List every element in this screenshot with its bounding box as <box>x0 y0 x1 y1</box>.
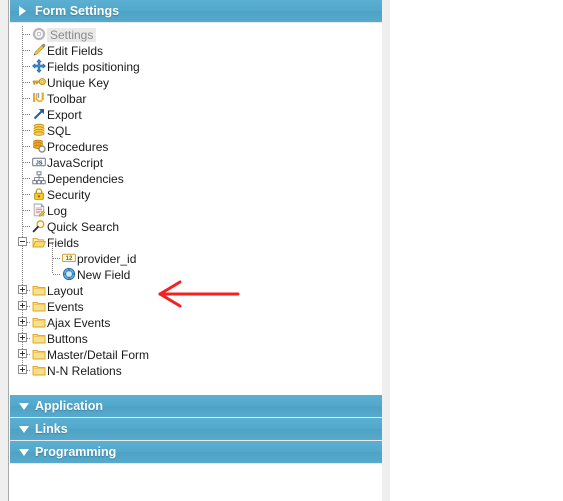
svg-text:12: 12 <box>66 256 73 262</box>
procedures-icon <box>32 139 46 153</box>
tree-node-security[interactable]: Security <box>10 186 350 202</box>
tree-node-provider-id[interactable]: 12 provider_id <box>10 250 350 266</box>
tree-node-buttons[interactable]: Buttons <box>10 330 350 346</box>
accordion-label-application: Application <box>35 399 104 413</box>
folder-icon <box>32 363 46 377</box>
number-field-icon: 12 <box>62 251 76 265</box>
triangle-down-icon <box>19 449 29 456</box>
accordion-body-form-settings: Settings Edit Fields Fields positioning Uni… <box>10 23 382 389</box>
triangle-down-icon <box>19 426 29 433</box>
settings-tree: Settings Edit Fields Fields positioning Uni… <box>10 23 382 378</box>
right-content-pane <box>390 0 563 501</box>
tree-node-label: JavaScript <box>47 155 104 170</box>
accordion-header-programming[interactable]: Programming <box>10 441 382 464</box>
move-arrows-icon <box>32 59 46 73</box>
folder-icon <box>32 315 46 329</box>
log-document-icon <box>32 203 46 217</box>
tree-node-label: New Field <box>77 267 131 282</box>
tree-node-edit-fields[interactable]: Edit Fields <box>10 42 350 58</box>
tree-node-label: SQL <box>47 123 72 138</box>
tree-node-master-detail-form[interactable]: Master/Detail Form <box>10 346 350 362</box>
tree-node-settings[interactable]: Settings <box>10 26 350 42</box>
column-divider <box>382 0 390 501</box>
padlock-icon <box>32 187 46 201</box>
tree-node-label: Toolbar <box>47 91 87 106</box>
tree-node-label: Settings <box>47 27 97 42</box>
tree-node-new-field[interactable]: New Field <box>10 266 350 282</box>
tree-node-label: N-N Relations <box>47 363 122 378</box>
tree-node-label: Edit Fields <box>47 43 104 58</box>
tree-node-export[interactable]: Export <box>10 106 350 122</box>
accordion-label-programming: Programming <box>35 445 117 459</box>
tree-node-fields[interactable]: Fields <box>10 234 350 250</box>
left-gutter <box>0 0 9 501</box>
accordion-column: Form Settings Settings Edit Fields Fields … <box>10 0 382 501</box>
application-root: Form Settings Settings Edit Fields Fields … <box>0 0 563 501</box>
toolbar-icon <box>32 91 46 105</box>
accordion-header-links[interactable]: Links <box>10 418 382 441</box>
tree-node-layout[interactable]: Layout <box>10 282 350 298</box>
tree-node-label: Buttons <box>47 331 88 346</box>
tree-node-label: Master/Detail Form <box>47 347 150 362</box>
tree-node-quick-search[interactable]: Quick Search <box>10 218 350 234</box>
tree-node-toolbar[interactable]: Toolbar <box>10 90 350 106</box>
triangle-right-icon <box>19 6 26 16</box>
tree-node-events[interactable]: Events <box>10 298 350 314</box>
dependencies-icon <box>32 171 46 185</box>
tree-node-fields-positioning[interactable]: Fields positioning <box>10 58 350 74</box>
svg-text:JS: JS <box>36 160 43 166</box>
tree-node-label: Fields <box>47 235 80 250</box>
tree-node-label: Layout <box>47 283 84 298</box>
accordion-header-application[interactable]: Application <box>10 395 382 418</box>
tree-node-sql[interactable]: SQL <box>10 122 350 138</box>
tree-node-label: Export <box>47 107 82 122</box>
new-field-icon <box>62 267 76 281</box>
tree-node-label: Procedures <box>47 139 109 154</box>
folder-icon <box>32 283 46 297</box>
tree-node-n-n-relations[interactable]: N-N Relations <box>10 362 350 378</box>
tree-node-label: Fields positioning <box>47 59 140 74</box>
magnifier-icon <box>32 219 46 233</box>
tree-node-label: Dependencies <box>47 171 124 186</box>
accordion-label-links: Links <box>35 422 68 436</box>
tree-node-javascript[interactable]: JS JavaScript <box>10 154 350 170</box>
folder-icon <box>32 347 46 361</box>
accordion-label-form-settings: Form Settings <box>35 4 120 18</box>
pencil-icon <box>32 43 46 57</box>
gear-icon <box>32 27 46 41</box>
triangle-down-icon <box>19 403 29 410</box>
database-icon <box>32 123 46 137</box>
tree-node-label: Security <box>47 187 91 202</box>
tree-node-label: Unique Key <box>47 75 110 90</box>
folder-icon <box>32 299 46 313</box>
tree-node-label: Events <box>47 299 84 314</box>
tree-node-label: Quick Search <box>47 219 120 234</box>
folder-icon <box>32 331 46 345</box>
tree-node-label: Ajax Events <box>47 315 111 330</box>
export-arrow-icon <box>32 107 46 121</box>
javascript-icon: JS <box>32 155 46 169</box>
tree-node-ajax-events[interactable]: Ajax Events <box>10 314 350 330</box>
accordion-header-form-settings[interactable]: Form Settings <box>10 0 382 23</box>
tree-node-dependencies[interactable]: Dependencies <box>10 170 350 186</box>
tree-node-label: provider_id <box>77 251 137 266</box>
blank-area-below-accordion <box>10 468 382 501</box>
key-icon <box>32 75 46 89</box>
tree-node-log[interactable]: Log <box>10 202 350 218</box>
tree-node-procedures[interactable]: Procedures <box>10 138 350 154</box>
tree-node-label: Log <box>47 203 68 218</box>
folder-open-icon <box>32 235 46 249</box>
tree-node-unique-key[interactable]: Unique Key <box>10 74 350 90</box>
